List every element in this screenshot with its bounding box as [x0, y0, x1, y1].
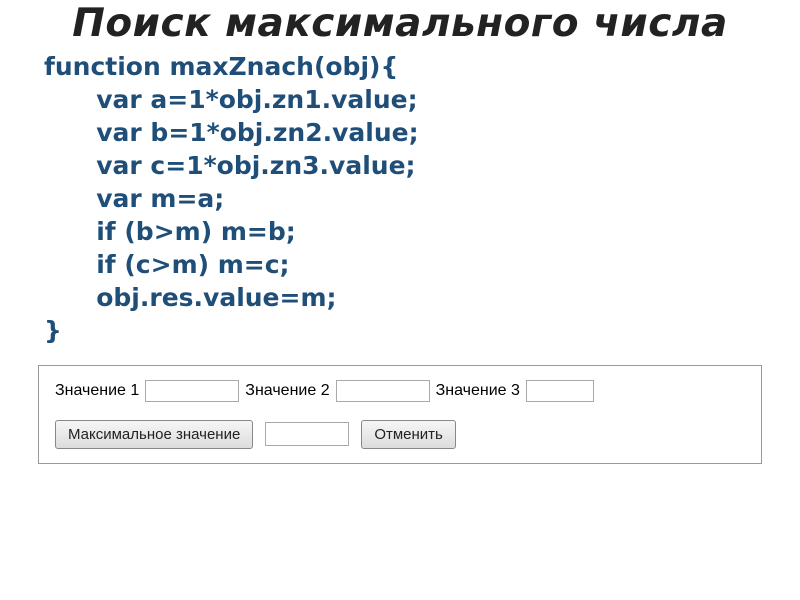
code-line: var a=1*obj.zn1.value;: [44, 85, 418, 114]
value-2-input[interactable]: [336, 380, 430, 402]
code-line: var c=1*obj.zn3.value;: [44, 151, 416, 180]
value-1-input[interactable]: [145, 380, 239, 402]
code-line: }: [44, 316, 62, 345]
max-value-button[interactable]: Максимальное значение: [55, 420, 253, 449]
code-line: var b=1*obj.zn2.value;: [44, 118, 419, 147]
value-3-input[interactable]: [526, 380, 594, 402]
code-line: if (b>m) m=b;: [44, 217, 296, 246]
inputs-row: Значение 1 Значение 2 Значение 3: [55, 380, 751, 402]
code-line: var m=a;: [44, 184, 224, 213]
buttons-row: Максимальное значение Отменить: [55, 420, 751, 449]
code-block: function maxZnach(obj){ var a=1*obj.zn1.…: [28, 50, 772, 347]
code-line: obj.res.value=m;: [44, 283, 337, 312]
form-panel: Значение 1 Значение 2 Значение 3 Максима…: [38, 365, 762, 464]
label-value-3: Значение 3: [436, 382, 520, 400]
cancel-button[interactable]: Отменить: [361, 420, 456, 449]
slide: Поиск максимального числа function maxZn…: [0, 0, 800, 600]
slide-title: Поиск максимального числа: [28, 0, 772, 46]
label-value-1: Значение 1: [55, 382, 139, 400]
code-line: function maxZnach(obj){: [44, 52, 398, 81]
label-value-2: Значение 2: [245, 382, 329, 400]
code-line: if (c>m) m=c;: [44, 250, 290, 279]
result-output[interactable]: [265, 422, 349, 446]
